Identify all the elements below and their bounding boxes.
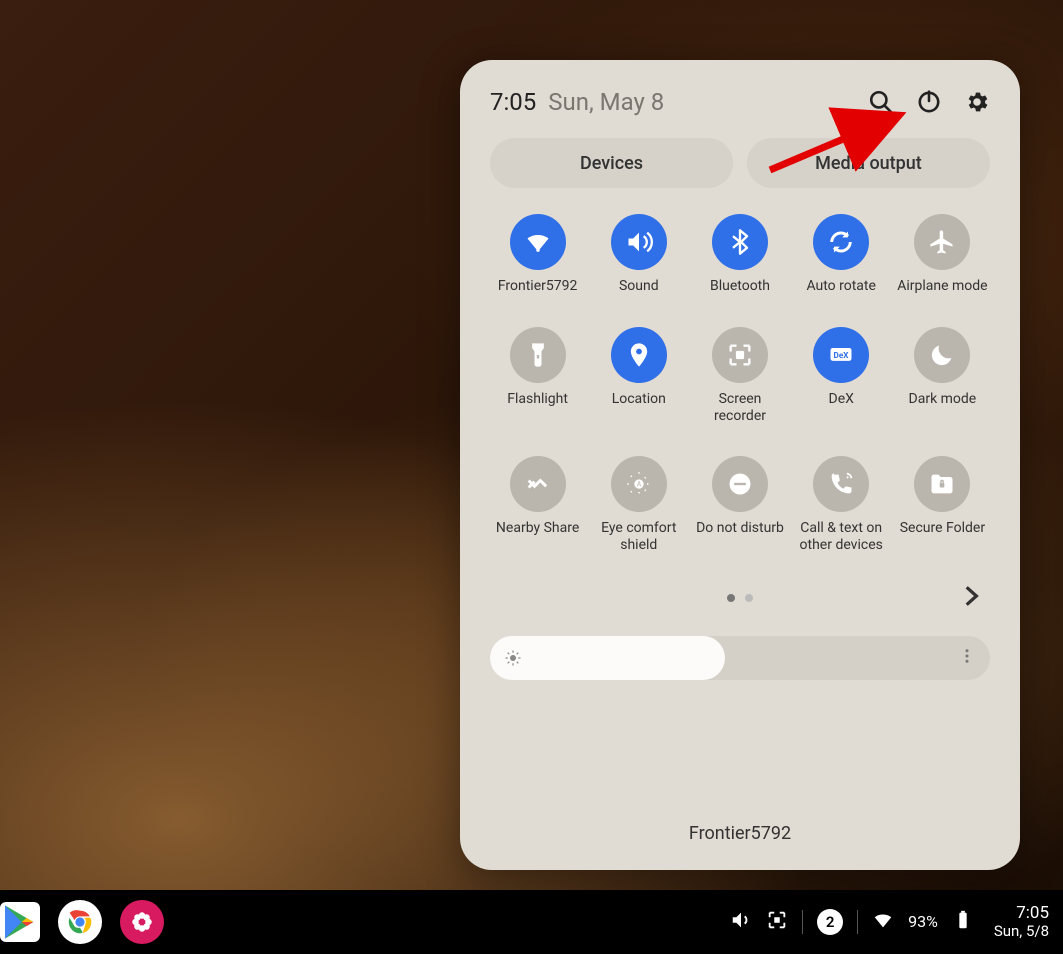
nearby-share-tile[interactable]: Nearby Share <box>490 456 585 554</box>
brightness-fill <box>490 636 725 680</box>
nearby-icon <box>510 456 566 512</box>
bluetooth-icon <box>712 214 768 270</box>
tile-label: Location <box>612 391 666 408</box>
tile-label: Frontier5792 <box>498 278 578 295</box>
gallery-app[interactable] <box>120 900 164 944</box>
brightness-more-icon[interactable] <box>958 647 976 669</box>
play-store-app[interactable] <box>0 902 40 942</box>
calltext-icon <box>813 456 869 512</box>
tile-label: Screen recorder <box>692 391 787 425</box>
tile-label: Eye comfort shield <box>591 520 686 554</box>
battery-icon <box>952 909 974 935</box>
battery-percent: 93% <box>908 912 938 931</box>
next-page-chevron-icon[interactable] <box>958 583 984 613</box>
tile-label: Auto rotate <box>806 278 875 295</box>
auto-rotate-tile[interactable]: Auto rotate <box>794 214 889 295</box>
svg-text:DeX: DeX <box>834 350 850 360</box>
tile-label: Bluetooth <box>710 278 770 295</box>
power-icon[interactable] <box>916 89 942 115</box>
taskbar: 2 93% 7:05 Sun, 5/8 <box>0 890 1063 954</box>
securefolder-icon <box>914 456 970 512</box>
rotate-icon <box>813 214 869 270</box>
taskbar-date: Sun, 5/8 <box>994 923 1049 940</box>
secure-folder-tile[interactable]: Secure Folder <box>895 456 990 554</box>
airplane-icon <box>914 214 970 270</box>
tile-label: Sound <box>619 278 659 295</box>
tile-label: Call & text on other devices <box>794 520 889 554</box>
moon-icon <box>914 327 970 383</box>
location-icon <box>611 327 667 383</box>
panel-time: 7:05 <box>490 88 536 116</box>
pill-row: Devices Media output <box>490 138 990 188</box>
airplane-tile[interactable]: Airplane mode <box>895 214 990 295</box>
tile-label: Dark mode <box>909 391 977 408</box>
tiles-grid: Frontier5792 Sound Bluetooth Auto rotate Air… <box>490 214 990 554</box>
volume-icon[interactable] <box>730 909 752 935</box>
tile-label: Secure Folder <box>900 520 985 537</box>
bluetooth-tile[interactable]: Bluetooth <box>692 214 787 295</box>
eye-comfort-tile[interactable]: A Eye comfort shield <box>591 456 686 554</box>
media-output-label: Media output <box>815 153 922 174</box>
tile-label: Do not disturb <box>696 520 784 537</box>
sound-tile[interactable]: Sound <box>591 214 686 295</box>
search-icon[interactable] <box>868 89 894 115</box>
pager <box>490 582 990 614</box>
notification-count-badge[interactable]: 2 <box>817 909 843 935</box>
flashlight-tile[interactable]: Flashlight <box>490 327 585 425</box>
time-date: 7:05 Sun, May 8 <box>490 88 664 116</box>
wifi-status-icon[interactable] <box>872 909 894 935</box>
devices-button[interactable]: Devices <box>490 138 733 188</box>
tile-label: DeX <box>829 391 854 408</box>
screen-capture-icon[interactable] <box>766 909 788 935</box>
panel-date: Sun, May 8 <box>548 88 664 116</box>
panel-footer-network[interactable]: Frontier5792 <box>490 823 990 850</box>
media-output-button[interactable]: Media output <box>747 138 990 188</box>
location-tile[interactable]: Location <box>591 327 686 425</box>
taskbar-clock[interactable]: 7:05 Sun, 5/8 <box>994 904 1049 941</box>
taskbar-separator <box>857 910 858 934</box>
dex-tile[interactable]: DeX DeX <box>794 327 889 425</box>
brightness-slider[interactable] <box>490 636 990 680</box>
flashlight-icon <box>510 327 566 383</box>
sound-icon <box>611 214 667 270</box>
panel-header: 7:05 Sun, May 8 <box>490 88 990 116</box>
dnd-icon <box>712 456 768 512</box>
screen-recorder-tile[interactable]: Screen recorder <box>692 327 787 425</box>
wifi-tile[interactable]: Frontier5792 <box>490 214 585 295</box>
page-dots <box>727 594 753 602</box>
brightness-sun-icon <box>504 649 522 667</box>
devices-label: Devices <box>580 153 643 174</box>
dex-icon: DeX <box>813 327 869 383</box>
dark-mode-tile[interactable]: Dark mode <box>895 327 990 425</box>
page-dot-1[interactable] <box>727 594 735 602</box>
screenrec-icon <box>712 327 768 383</box>
svg-text:A: A <box>636 481 641 489</box>
taskbar-time: 7:05 <box>994 904 1049 924</box>
taskbar-separator <box>802 910 803 934</box>
page-dot-2[interactable] <box>745 594 753 602</box>
tile-label: Airplane mode <box>897 278 987 295</box>
eyecomfort-icon: A <box>611 456 667 512</box>
tile-label: Nearby Share <box>496 520 579 537</box>
wifi-icon <box>510 214 566 270</box>
dnd-tile[interactable]: Do not disturb <box>692 456 787 554</box>
call-text-tile[interactable]: Call & text on other devices <box>794 456 889 554</box>
gear-icon[interactable] <box>964 89 990 115</box>
tile-label: Flashlight <box>507 391 568 408</box>
chrome-app[interactable] <box>58 900 102 944</box>
quick-settings-panel: 7:05 Sun, May 8 Devices Media output Fro… <box>460 60 1020 870</box>
